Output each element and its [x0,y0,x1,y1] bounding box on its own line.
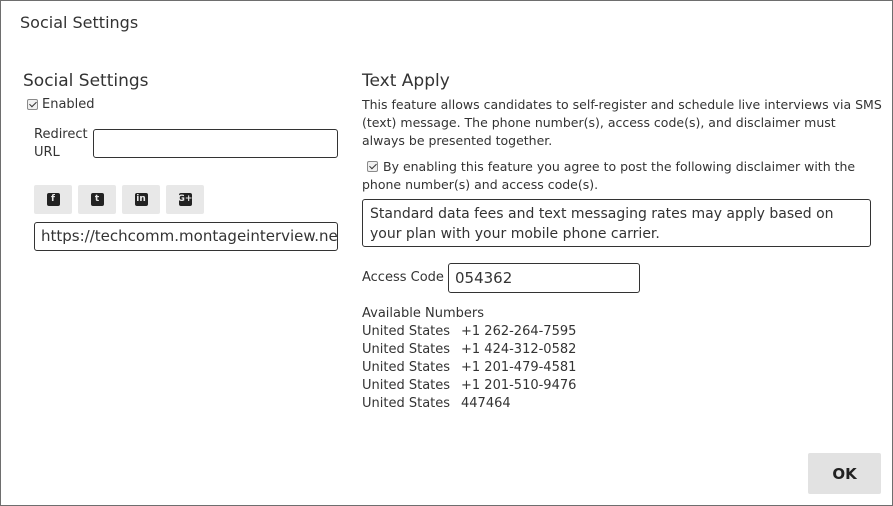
facebook-share-button[interactable]: f [34,185,72,214]
phone-number: +1 424-312-0582 [461,342,577,357]
number-country: United States [362,378,451,393]
number-country: United States [362,324,451,339]
redirect-url-label: Redirect URL [34,127,88,160]
linkedin-icon: in [134,193,148,206]
number-country: United States [362,342,451,357]
available-numbers: Available Numbers United States +1 262-26… [362,305,576,413]
linkedin-share-button[interactable]: in [122,185,160,214]
agree-checkbox[interactable] [367,161,378,172]
facebook-icon: f [46,193,60,206]
number-country: United States [362,396,451,411]
phone-number: +1 201-510-9476 [461,378,577,393]
phone-number: +1 262-264-7595 [461,324,577,339]
enabled-checkbox[interactable] [27,99,38,110]
ok-button[interactable]: OK [808,453,881,494]
access-code-input[interactable]: 054362 [448,263,640,293]
dialog-title: Social Settings [20,13,139,32]
text-apply-description: This feature allows candidates to self-r… [362,97,882,148]
agree-checkbox-row[interactable]: By enabling this feature you agree to po… [362,158,877,194]
enabled-checkbox-row[interactable]: Enabled [27,97,95,112]
enabled-label: Enabled [42,97,95,112]
number-row: United States +1 424-312-0582 [362,341,576,359]
available-numbers-heading: Available Numbers [362,306,484,321]
social-settings-dialog: Social Settings Social Settings Enabled … [0,0,893,506]
access-code-label: Access Code [362,270,444,285]
google-plus-icon: G+ [177,193,193,206]
phone-number: +1 201-479-4581 [461,360,577,375]
text-apply-heading: Text Apply [362,71,450,91]
phone-number: 447464 [461,396,511,411]
agree-label: By enabling this feature you agree to po… [362,159,856,192]
redirect-url-input[interactable] [93,129,338,158]
social-settings-heading: Social Settings [23,71,149,91]
twitter-share-button[interactable]: t [78,185,116,214]
number-row: United States +1 262-264-7595 [362,323,576,341]
number-row: United States 447464 [362,395,576,413]
number-row: United States +1 201-510-9476 [362,377,576,395]
disclaimer-textarea[interactable]: Standard data fees and text messaging ra… [362,199,871,247]
number-country: United States [362,360,451,375]
share-url-field[interactable]: https://techcomm.montageinterview.net. [34,222,338,251]
google-plus-share-button[interactable]: G+ [166,185,204,214]
twitter-icon: t [90,193,104,206]
number-row: United States +1 201-479-4581 [362,359,576,377]
